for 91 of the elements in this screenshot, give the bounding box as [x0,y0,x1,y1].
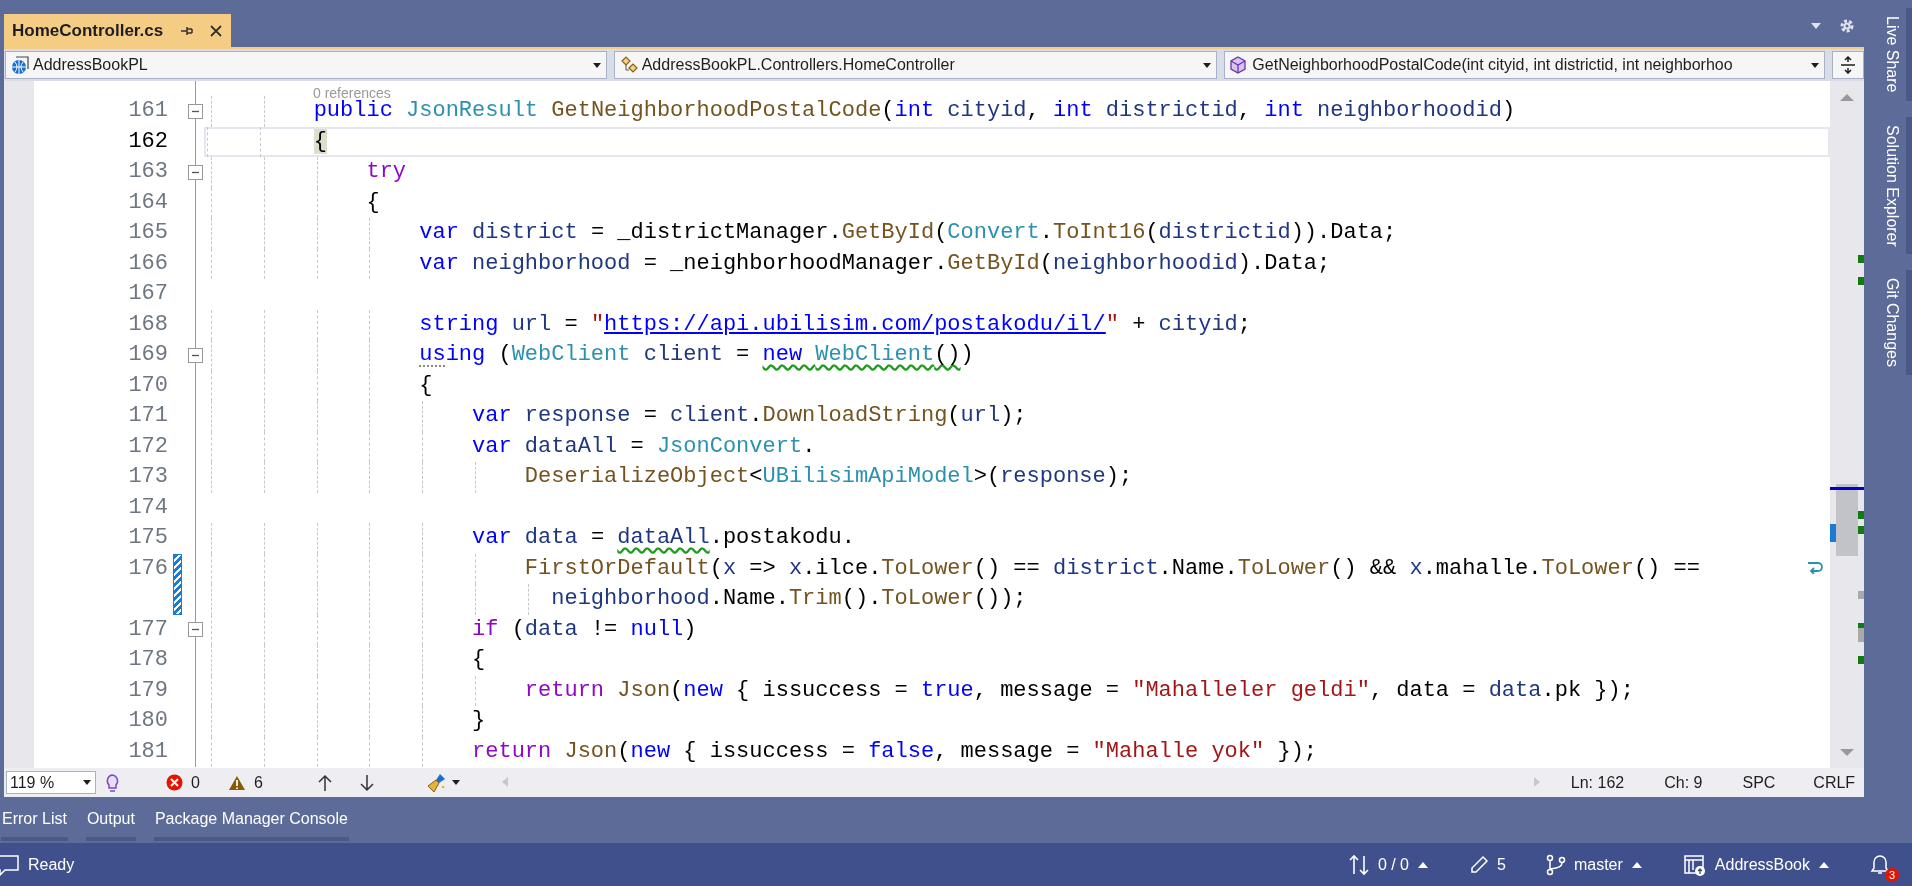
line-number: 181 [128,738,168,764]
caret-icon [591,61,602,69]
code-line: { [471,647,486,672]
line-position[interactable]: Ln: 162 [1570,770,1625,795]
code-line: using (WebClient client = new WebClient()) [418,342,974,367]
code-line: { [418,372,433,398]
code-line: if (data != null) [471,616,697,642]
down-arrow-icon[interactable] [358,773,375,792]
branch-selector[interactable]: master [1545,852,1643,877]
caret-icon [1810,61,1821,69]
tab-label: HomeController.cs [12,19,164,42]
line-number: 176 [128,555,168,581]
side-tab[interactable]: Live Share [1872,8,1912,101]
repository-icon [1682,852,1707,877]
code-line: var dataAll = JsonConvert. [471,433,816,459]
collapse-icon[interactable] [188,103,203,119]
type-dropdown[interactable]: AddressBookPL.Controllers.HomeController [613,51,1218,79]
branch-icon [1545,853,1566,876]
error-icon [166,774,183,791]
line-number: 174 [128,494,168,520]
collapse-icon[interactable] [188,347,203,363]
error-count[interactable]: 0 [166,770,200,795]
project-icon [10,55,29,75]
collapse-icon[interactable] [188,164,203,180]
caret-icon [450,779,461,786]
file-tab[interactable]: HomeController.cs [4,14,232,47]
code-line: var district = _districtManager.GetById(Convert.ToInt16(districtid)).Data; [418,220,1397,245]
notification-count: 3 [1885,867,1899,882]
line-ending[interactable]: CRLF [1813,770,1856,795]
status-message: Ready [28,854,75,875]
sync-indicator[interactable]: 0 / 0 [1347,852,1429,877]
line-number: 170 [128,372,168,398]
side-tab[interactable]: Solution Explorer [1872,116,1912,255]
caret-icon [1202,61,1213,69]
code-line: { [365,189,380,215]
line-number: 164 [128,189,168,215]
code-line: DeserializeObject<UBilisimApiModel>(response); [523,464,1133,489]
method-icon [1229,55,1249,75]
code-line: return Json(new { issuccess = true, message = "Mahalleler geldi", data = data.pk }); [523,677,1634,703]
settings-icon[interactable] [1838,17,1856,35]
line-number: 177 [128,616,168,642]
collapse-icon[interactable] [188,622,203,638]
warning-count[interactable]: 6 [227,770,263,795]
dropdown-caret-icon[interactable] [1810,22,1822,30]
project-dropdown[interactable]: AddressBookPL [5,51,607,79]
side-tab[interactable]: Git Changes [1872,270,1912,376]
zoom-dropdown[interactable]: 119 % [6,771,96,794]
pencil-icon [1469,854,1489,875]
warning-icon [227,774,246,791]
line-number: 178 [128,647,168,672]
line-number: 171 [128,403,168,428]
line-number: 166 [128,250,168,276]
line-number: 167 [128,281,168,306]
split-icon [1840,56,1856,74]
close-icon[interactable] [209,23,224,38]
comment-icon [0,852,20,877]
up-arrow-icon[interactable] [316,773,333,792]
code-line: var neighborhood = _neighborhoodManager.GetById(neighborhoodid).Data; [418,250,1331,276]
code-line: } [471,708,486,733]
line-number: 163 [128,159,168,184]
pending-changes[interactable]: 5 [1469,852,1506,877]
code-line: return Json(new { issuccess = false, message = "Mahalle yok" }); [471,738,1318,764]
line-number: 169 [128,342,168,367]
code-line: string url = "https://api.ubilisim.com/postakodu/il/" + cityid; [418,311,1251,337]
line-number: 161 [128,98,168,123]
code-line: var data = dataAll.postakodu. [471,525,855,550]
line-number: 172 [128,433,168,459]
line-number: 180 [128,708,168,733]
repository-selector[interactable]: AddressBook [1682,852,1830,877]
line-number: 175 [128,525,168,550]
split-window-button[interactable] [1832,51,1864,79]
caret-up-icon [1818,860,1830,869]
member-dropdown[interactable]: GetNeighborhoodPostalCode(int cityid, int districtid, int neighborhoo [1224,51,1826,79]
caret-icon [82,779,92,786]
indent-mode[interactable]: SPC [1742,770,1776,795]
code-line: FirstOrDefault(x => x.ilce.ToLower() == district.Name.ToLower() && x.mahalle.ToLower() == [523,555,1700,581]
line-number: 173 [128,464,168,489]
code-line: try [365,159,407,184]
caret-up-icon [1630,860,1643,869]
bell-icon[interactable] [1870,853,1890,876]
code-line: var response = client.DownloadString(url); [471,403,1027,428]
line-number: 179 [128,677,168,703]
sync-arrows-icon [1347,853,1370,876]
word-wrap-icon [1806,559,1824,574]
code-line-continuation: neighborhood.Name.Trim().ToLower()); [550,586,1027,611]
line-number: 162 [128,128,168,154]
line-number: 165 [128,220,168,245]
caret-up-icon [1417,860,1429,869]
line-number: 168 [128,311,168,337]
column-position[interactable]: Ch: 9 [1664,770,1703,795]
code-line: public JsonResult GetNeighborhoodPostalCode(int cityid, int districtid, int neighborhoodid) [312,98,1516,123]
